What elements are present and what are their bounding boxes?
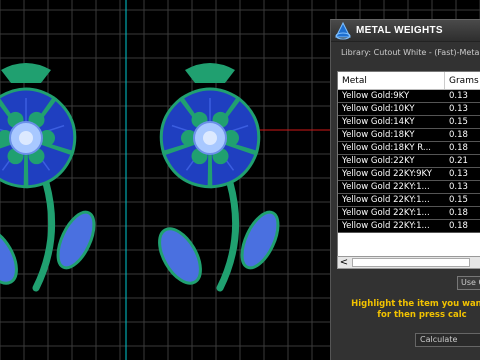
column-header-grams[interactable]: Grams — [445, 72, 479, 90]
table-row[interactable]: Yellow Gold:18KY R... 0.18 — [338, 142, 480, 155]
metal-cell: Yellow Gold 22KY:1... — [342, 182, 430, 192]
grams-cell: 0.13 — [449, 169, 468, 179]
use-button[interactable]: Use C — [457, 276, 480, 290]
table-row[interactable]: Yellow Gold:18KY 0.18 — [338, 129, 480, 142]
table-row[interactable]: Yellow Gold:22KY 0.21 — [338, 155, 480, 168]
instruction-text: Highlight the item you want t for then p… — [347, 299, 480, 321]
center-highlight — [19, 131, 33, 145]
table-row[interactable]: Yellow Gold:10KY 0.13 — [338, 103, 480, 116]
table-header: Metal Grams — [338, 72, 480, 90]
table-row[interactable]: Yellow Gold 22KY:1... 0.18 — [338, 220, 480, 233]
grams-cell: 0.18 — [449, 130, 468, 140]
column-header-metal[interactable]: Metal — [338, 72, 445, 89]
metal-cell: Yellow Gold 22KY:9KY — [342, 169, 433, 179]
scroll-thumb[interactable] — [352, 258, 470, 267]
metal-table[interactable]: Metal Grams Yellow Gold:9KY 0.13 Yellow Go… — [337, 71, 480, 257]
grams-cell: 0.13 — [449, 104, 468, 114]
table-row[interactable]: Yellow Gold:14KY 0.15 — [338, 116, 480, 129]
metal-cell: Yellow Gold:9KY — [342, 91, 410, 101]
metal-cell: Yellow Gold 22KY:1... — [342, 208, 430, 218]
metal-cell: Yellow Gold:10KY — [342, 104, 415, 114]
grams-cell: 0.13 — [449, 182, 468, 192]
metal-cell: Yellow Gold:14KY — [342, 117, 415, 127]
grams-cell: 0.18 — [449, 221, 468, 231]
grams-cell: 0.18 — [449, 208, 468, 218]
scroll-left-icon[interactable]: < — [338, 257, 350, 268]
horizontal-scrollbar[interactable]: < — [337, 256, 480, 269]
metal-cell: Yellow Gold:22KY — [342, 156, 415, 166]
table-row[interactable]: Yellow Gold 22KY:1... 0.15 — [338, 194, 480, 207]
calculate-select[interactable]: Calculate — [415, 333, 480, 347]
panel-titlebar[interactable]: METAL WEIGHTS — [331, 20, 480, 42]
table-row[interactable]: Yellow Gold 22KY:1... 0.13 — [338, 181, 480, 194]
hint-line-2: for then press calc — [377, 310, 467, 320]
table-row[interactable]: Yellow Gold 22KY:1... 0.18 — [338, 207, 480, 220]
grams-cell: 0.15 — [449, 117, 468, 127]
grams-cell: 0.18 — [449, 143, 468, 153]
metal-cell: Yellow Gold:18KY R... — [342, 143, 431, 153]
ring-pyramid-icon — [335, 21, 351, 39]
grams-cell: 0.21 — [449, 156, 468, 166]
metal-cell: Yellow Gold 22KY:1... — [342, 221, 430, 231]
table-row[interactable]: Yellow Gold:9KY 0.13 — [338, 90, 480, 103]
panel-title: METAL WEIGHTS — [356, 25, 443, 36]
library-label: Library: Cutout White - (Fast)-Metal — [341, 48, 480, 57]
hint-line-1: Highlight the item you want t — [351, 299, 480, 309]
metal-weights-panel: METAL WEIGHTS Library: Cutout White - (F… — [330, 19, 480, 360]
metal-cell: Yellow Gold 22KY:1... — [342, 195, 430, 205]
metal-cell: Yellow Gold:18KY — [342, 130, 415, 140]
grams-cell: 0.13 — [449, 91, 468, 101]
center-highlight — [203, 131, 217, 145]
table-row[interactable]: Yellow Gold 22KY:9KY 0.13 — [338, 168, 480, 181]
grams-cell: 0.15 — [449, 195, 468, 205]
